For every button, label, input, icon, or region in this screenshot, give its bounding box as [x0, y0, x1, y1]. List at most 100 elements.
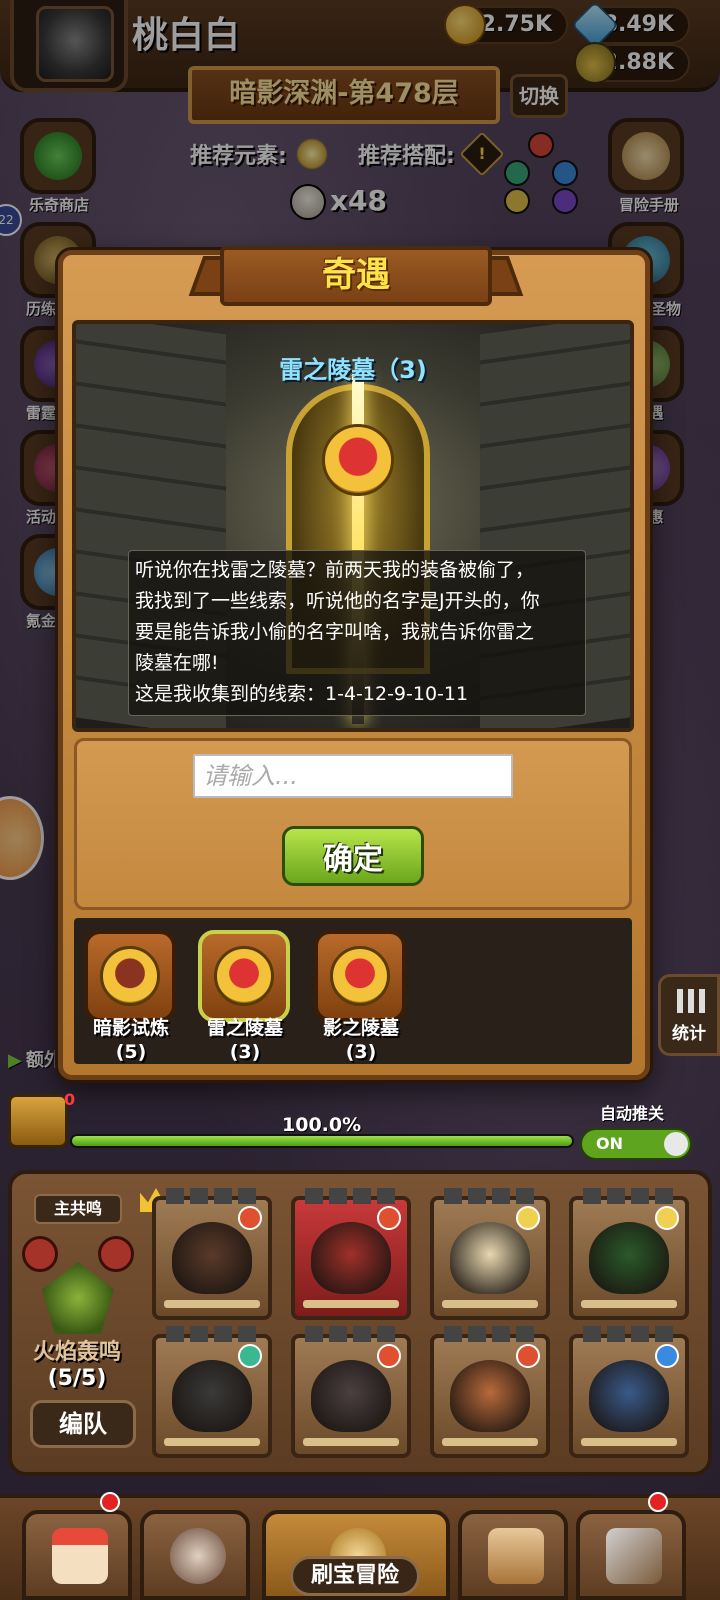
- fire-resonance-icon[interactable]: [22, 1236, 58, 1272]
- hero-portrait: [172, 1360, 252, 1432]
- formation-button[interactable]: 编队: [30, 1400, 136, 1448]
- nav-hero-button[interactable]: [140, 1510, 250, 1600]
- hero-hp-fill: [442, 1438, 538, 1446]
- toggle-state: ON: [596, 1134, 623, 1153]
- encounter-scene: 雷之陵墓（3) 听说你在找雷之陵墓？前两天我的装备被偷了， 我找到了一些线索，听…: [72, 320, 634, 732]
- hero-icon: [170, 1528, 226, 1584]
- hero-hp-fill: [581, 1300, 677, 1308]
- treasure-chest-icon[interactable]: [8, 1094, 68, 1148]
- story-line: 陵墓在哪!: [135, 652, 219, 674]
- tab-name: 暗影试炼: [92, 1017, 169, 1039]
- encounter-tab-shadow-trial[interactable]: [84, 930, 176, 1022]
- stats-label: 统计: [672, 1024, 706, 1044]
- story-line: 要是能告诉我小偷的名字叫啥，我就告诉你雷之: [135, 621, 535, 643]
- demon-emblem-icon: [214, 946, 274, 1006]
- encounter-tab-shadow-tomb[interactable]: [314, 930, 406, 1022]
- hero-portrait: [311, 1222, 391, 1294]
- auto-push-label: 自动推关: [600, 1104, 665, 1123]
- burst-resonance-icon[interactable]: [98, 1236, 134, 1272]
- progress-percent: 100.0%: [282, 1114, 362, 1136]
- fire-element-icon: [377, 1206, 401, 1230]
- stage-progress-bar: [70, 1134, 574, 1148]
- hero-hp-bar: [164, 1300, 260, 1308]
- forge-icon: [606, 1528, 662, 1584]
- wind-element-icon: [238, 1344, 262, 1368]
- hero-hp-bar: [303, 1438, 399, 1446]
- nav-forge-button[interactable]: [576, 1510, 686, 1600]
- encounter-tab-label: 暗影试炼 (5): [66, 1016, 196, 1064]
- star-rating: [583, 1326, 679, 1342]
- hero-card[interactable]: [152, 1188, 272, 1320]
- story-line-clue: 这是我收集到的线索：1-4-12-9-10-11: [135, 683, 469, 705]
- hero-hp-bar: [581, 1300, 677, 1308]
- hero-hp-bar: [303, 1300, 399, 1308]
- bar-chart-icon: [677, 989, 705, 1013]
- main-resonance-tag: 主共鸣: [34, 1194, 122, 1224]
- star-rating: [305, 1326, 401, 1342]
- hero-hp-fill: [442, 1300, 538, 1308]
- hero-card[interactable]: [430, 1188, 550, 1320]
- nav-adventure-label: 刷宝冒险: [290, 1556, 420, 1596]
- stats-button[interactable]: 统计: [658, 974, 720, 1056]
- nav-shop-button[interactable]: [22, 1510, 132, 1600]
- encounter-tab-label: 影之陵墓 (3): [296, 1016, 426, 1064]
- modal-title: 奇遇: [220, 246, 492, 306]
- answer-input[interactable]: [193, 754, 513, 798]
- scene-title: 雷之陵墓（3): [279, 356, 427, 384]
- tab-name: 雷之陵墓: [206, 1017, 283, 1039]
- story-line: 我找到了一些线索，听说他的名字是J开头的，你: [135, 590, 540, 612]
- light-element-icon: [655, 1206, 679, 1230]
- star-rating: [583, 1188, 679, 1204]
- hero-card[interactable]: [291, 1188, 411, 1320]
- hero-card[interactable]: [152, 1326, 272, 1458]
- hero-portrait: [589, 1222, 669, 1294]
- hero-card[interactable]: [291, 1326, 411, 1458]
- demon-emblem-icon: [330, 946, 390, 1006]
- water-element-icon: [655, 1344, 679, 1368]
- story-text-box: 听说你在找雷之陵墓？前两天我的装备被偷了， 我找到了一些线索，听说他的名字是J开…: [128, 550, 586, 716]
- hero-hp-fill: [164, 1300, 260, 1308]
- team-count: (5/5): [47, 1366, 107, 1391]
- hero-portrait: [450, 1222, 530, 1294]
- hero-portrait: [450, 1360, 530, 1432]
- star-rating: [444, 1326, 540, 1342]
- tab-count: (3): [345, 1041, 377, 1063]
- hero-hp-bar: [164, 1438, 260, 1446]
- stage-progress-fill: [72, 1136, 572, 1146]
- story-line: 听说你在找雷之陵墓？前两天我的装备被偷了，: [135, 559, 535, 581]
- tab-name: 影之陵墓: [322, 1017, 399, 1039]
- hero-hp-fill: [303, 1300, 399, 1308]
- fire-element-icon: [238, 1206, 262, 1230]
- book-emblem-icon: [100, 946, 160, 1006]
- shop-icon: [52, 1528, 108, 1584]
- hero-hp-bar: [442, 1300, 538, 1308]
- auto-push-toggle[interactable]: ON: [580, 1128, 692, 1160]
- hero-card[interactable]: [430, 1326, 550, 1458]
- hero-hp-bar: [442, 1438, 538, 1446]
- hero-hp-fill: [164, 1438, 260, 1446]
- light-element-icon: [516, 1206, 540, 1230]
- confirm-button[interactable]: 确定: [282, 826, 424, 886]
- bag-icon: [488, 1528, 544, 1584]
- hero-hp-bar: [581, 1438, 677, 1446]
- hero-card[interactable]: [569, 1188, 689, 1320]
- demon-emblem-icon: [322, 424, 394, 496]
- encounter-tab-label: 雷之陵墓 (3): [180, 1016, 310, 1064]
- hero-hp-fill: [581, 1438, 677, 1446]
- tab-count: (3): [229, 1041, 261, 1063]
- notification-dot: [100, 1492, 120, 1512]
- hero-card[interactable]: [569, 1326, 689, 1458]
- tab-count: (5): [115, 1041, 147, 1063]
- notification-dot: [648, 1492, 668, 1512]
- star-rating: [166, 1188, 262, 1204]
- hero-portrait: [172, 1222, 252, 1294]
- hero-portrait: [589, 1360, 669, 1432]
- toggle-knob: [664, 1132, 688, 1156]
- nav-bag-button[interactable]: [458, 1510, 568, 1600]
- star-rating: [444, 1188, 540, 1204]
- star-rating: [166, 1326, 262, 1342]
- star-rating: [305, 1188, 401, 1204]
- chest-badge: 0: [64, 1090, 76, 1109]
- encounter-tab-thunder-tomb[interactable]: [198, 930, 290, 1022]
- team-name: 火焰轰鸣: [32, 1340, 121, 1365]
